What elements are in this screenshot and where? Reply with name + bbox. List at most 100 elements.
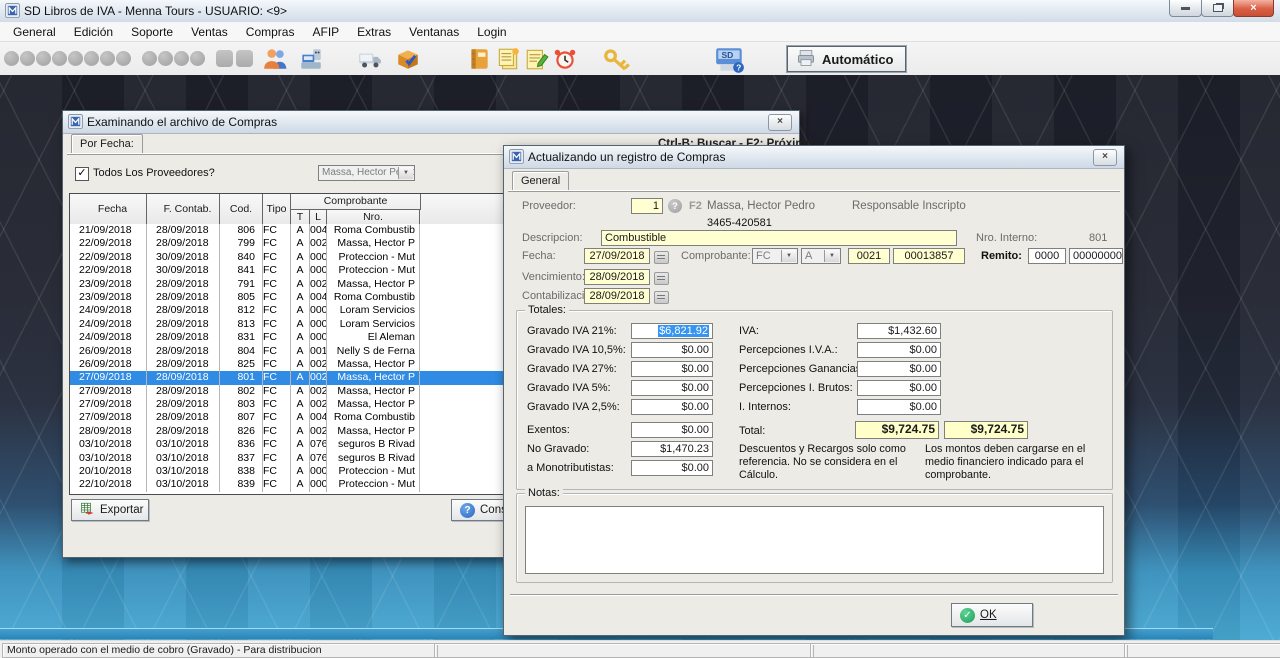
chevron-down-icon[interactable]: ▼ <box>781 250 796 262</box>
menu-item-afip[interactable]: AFIP <box>303 23 348 41</box>
export-button[interactable]: Exportar <box>71 499 149 521</box>
box-check-icon[interactable] <box>395 46 421 72</box>
menu-item-ventas[interactable]: Ventas <box>182 23 237 41</box>
fecha-input[interactable]: 27/09/2018 <box>584 248 650 264</box>
table-cell: 28/09/2018 <box>70 425 147 438</box>
totales-input[interactable]: $0.00 <box>857 361 941 377</box>
help-icon[interactable]: ? <box>668 199 682 213</box>
comprobante-tipo-combo[interactable]: FC▼ <box>752 248 798 264</box>
remito-numero-input[interactable]: 00000000 <box>1069 248 1123 264</box>
nav-button[interactable] <box>68 51 83 66</box>
totales-input[interactable]: $6,821.92 <box>631 323 713 339</box>
table-cell: 0003-00024120 <box>310 304 327 317</box>
address-book-icon[interactable] <box>466 46 492 72</box>
tab-por-fecha[interactable]: Por Fecha: <box>71 134 143 154</box>
nav-button[interactable] <box>116 51 131 66</box>
table-cell: Roma Combustib <box>327 411 420 424</box>
provider-combobox[interactable]: Massa, Hector Pedro ▼ <box>318 165 415 181</box>
tab-general[interactable]: General <box>512 171 569 191</box>
totales-label: Gravado IVA 21%: <box>527 325 617 337</box>
totales-input[interactable]: $0.00 <box>631 399 713 415</box>
menu-item-extras[interactable]: Extras <box>348 23 400 41</box>
totales-legend: Totales: <box>525 304 569 316</box>
nav-button[interactable] <box>142 51 157 66</box>
menu-item-edición[interactable]: Edición <box>65 23 122 41</box>
remito-punto-input[interactable]: 0000 <box>1028 248 1066 264</box>
comprobante-punto-input[interactable]: 0021 <box>848 248 890 264</box>
totales-input[interactable]: $0.00 <box>631 361 713 377</box>
key-icon[interactable] <box>602 46 632 72</box>
header-fcontab[interactable]: F. Contab. <box>147 194 220 224</box>
minimize-button[interactable] <box>1169 0 1202 17</box>
close-button[interactable]: × <box>1233 0 1274 17</box>
dialog-close-button[interactable]: × <box>1093 149 1117 166</box>
header-l[interactable]: L <box>310 210 327 225</box>
menu-item-ventanas[interactable]: Ventanas <box>400 23 468 41</box>
calendar-icon[interactable] <box>654 251 669 264</box>
table-cell: A <box>291 278 310 291</box>
totales-input[interactable]: $0.00 <box>857 399 941 415</box>
total-value-2[interactable]: $9,724.75 <box>944 421 1028 439</box>
nav-button[interactable] <box>84 51 99 66</box>
comprobante-letra-combo[interactable]: A▼ <box>801 248 841 264</box>
restore-button[interactable] <box>1201 0 1234 17</box>
svg-text:?: ? <box>736 63 741 73</box>
cash-register-icon[interactable] <box>298 46 324 72</box>
table-cell: 839 <box>220 478 263 491</box>
edit-note-icon[interactable] <box>524 46 550 72</box>
totales-input[interactable]: $0.00 <box>631 460 713 476</box>
comprobante-numero-input[interactable]: 00013857 <box>893 248 965 264</box>
totales-input[interactable]: $0.00 <box>631 342 713 358</box>
header-t[interactable]: T <box>291 210 310 225</box>
users-icon[interactable] <box>262 46 288 72</box>
nav-button[interactable] <box>190 51 205 66</box>
header-tipo[interactable]: Tipo <box>263 194 291 224</box>
calendar-icon[interactable] <box>654 291 669 304</box>
browse-close-button[interactable]: × <box>768 114 792 131</box>
table-cell: FC <box>263 385 291 398</box>
tool-button[interactable] <box>216 50 233 67</box>
totales-input[interactable]: $0.00 <box>631 422 713 438</box>
totales-input[interactable]: $1,470.23 <box>631 441 713 457</box>
totales-input[interactable]: $0.00 <box>857 380 941 396</box>
chevron-down-icon[interactable]: ▼ <box>398 167 413 179</box>
menu-item-soporte[interactable]: Soporte <box>122 23 182 41</box>
truck-icon[interactable] <box>357 46 383 72</box>
notas-textarea[interactable] <box>525 506 1104 574</box>
calendar-icon[interactable] <box>654 272 669 285</box>
nav-button[interactable] <box>20 51 35 66</box>
menu-item-compras[interactable]: Compras <box>237 23 304 41</box>
total-value-1[interactable]: $9,724.75 <box>855 421 939 439</box>
chevron-down-icon[interactable]: ▼ <box>824 250 839 262</box>
header-nro[interactable]: Nro. <box>327 210 420 225</box>
header-fecha[interactable]: Fecha <box>70 194 147 224</box>
notes-icon[interactable] <box>495 46 521 72</box>
nav-button[interactable] <box>4 51 19 66</box>
application-window: SD Libros de IVA - Menna Tours - USUARIO… <box>0 0 1280 658</box>
table-cell: 24/09/2018 <box>70 318 147 331</box>
vencimiento-input[interactable]: 28/09/2018 <box>584 269 650 285</box>
nav-button[interactable] <box>100 51 115 66</box>
sd-help-icon[interactable]: SD? <box>714 46 746 72</box>
all-providers-checkbox[interactable]: ✓ <box>75 167 89 181</box>
descripcion-input[interactable]: Combustible <box>601 230 957 246</box>
header-comprobante[interactable]: Comprobante <box>291 194 421 210</box>
totales-input[interactable]: $1,432.60 <box>857 323 941 339</box>
contabilizacion-input[interactable]: 28/09/2018 <box>584 288 650 304</box>
ok-button[interactable]: ✓ OK <box>951 603 1033 627</box>
menu-item-login[interactable]: Login <box>468 23 515 41</box>
table-cell: FC <box>263 438 291 451</box>
header-cod[interactable]: Cod. <box>220 194 263 224</box>
menu-item-general[interactable]: General <box>4 23 65 41</box>
nav-button[interactable] <box>158 51 173 66</box>
totales-input[interactable]: $0.00 <box>631 380 713 396</box>
nav-button[interactable] <box>36 51 51 66</box>
alarm-clock-icon[interactable] <box>552 46 578 72</box>
automatic-button[interactable]: Automático <box>787 46 906 72</box>
nav-button[interactable] <box>174 51 189 66</box>
tool-button[interactable] <box>236 50 253 67</box>
proveedor-code-input[interactable]: 1 <box>631 198 663 214</box>
nav-button[interactable] <box>52 51 67 66</box>
totales-input[interactable]: $0.00 <box>857 342 941 358</box>
table-cell: Massa, Hector P <box>327 385 420 398</box>
